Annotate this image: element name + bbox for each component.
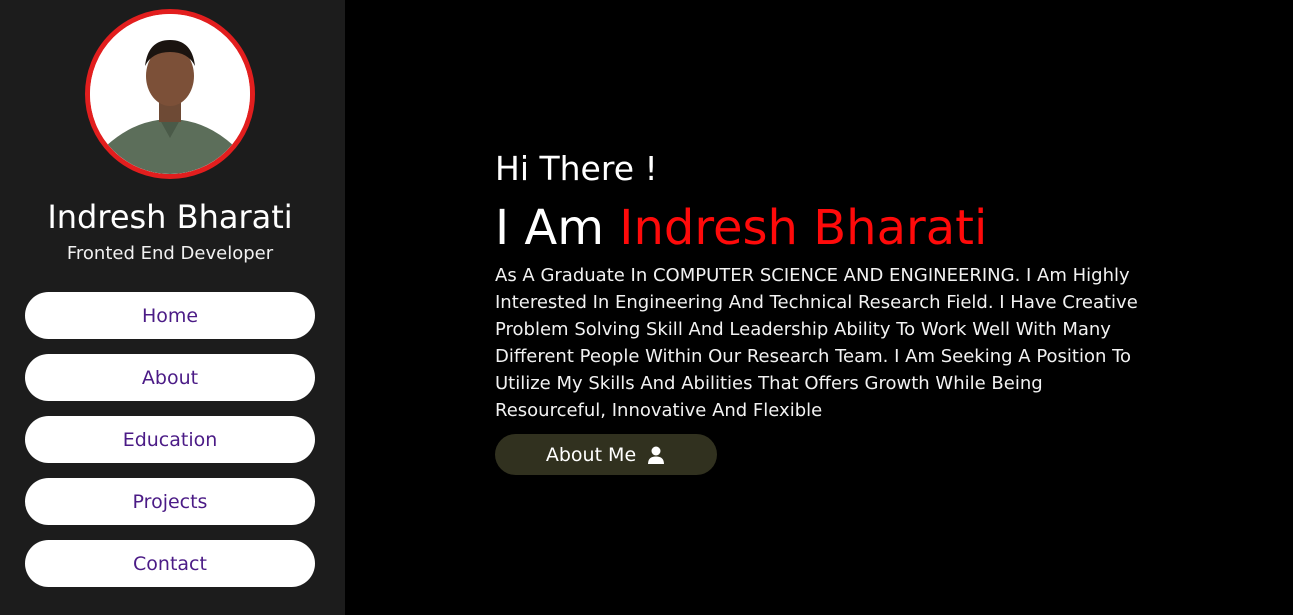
profile-photo — [90, 14, 250, 174]
bio-paragraph: As A Graduate In COMPUTER SCIENCE AND EN… — [495, 265, 1138, 421]
nav-about-button[interactable]: About — [25, 354, 315, 401]
nav-home-button[interactable]: Home — [25, 292, 315, 339]
profile-name: Indresh Bharati — [47, 198, 293, 236]
avatar — [85, 9, 255, 179]
nav-contact-button[interactable]: Contact — [25, 540, 315, 587]
page: Indresh Bharati Fronted End Developer Ho… — [0, 0, 1293, 615]
sidebar: Indresh Bharati Fronted End Developer Ho… — [0, 0, 345, 615]
user-icon — [646, 445, 666, 465]
nav-projects-button[interactable]: Projects — [25, 478, 315, 525]
about-me-label: About Me — [545, 443, 637, 466]
intro-name: Indresh Bharati — [619, 200, 988, 256]
nav-education-button[interactable]: Education — [25, 416, 315, 463]
intro-prefix: I Am — [495, 200, 605, 256]
greeting: Hi There ! — [495, 149, 658, 188]
about-me-button[interactable]: About Me — [495, 434, 717, 475]
intro-heading: I Am Indresh Bharati — [495, 200, 987, 256]
profile-role: Fronted End Developer — [66, 243, 274, 264]
